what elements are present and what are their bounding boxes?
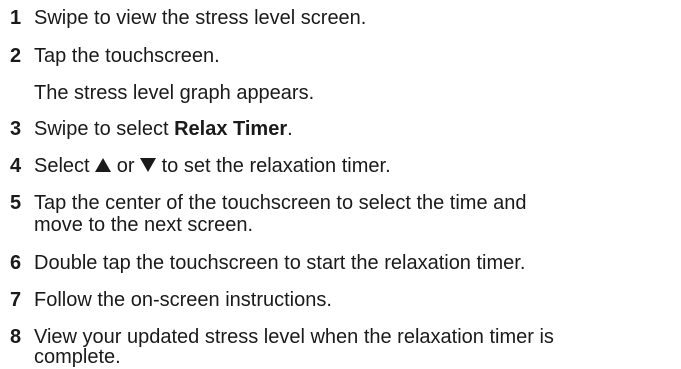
triangle-down-icon bbox=[140, 157, 157, 172]
step-number: 7 bbox=[10, 289, 22, 311]
step-text-middle: or bbox=[111, 155, 141, 177]
step-text-prefix: Swipe to select bbox=[34, 118, 175, 140]
step-text: Swipe to view the stress level screen. bbox=[34, 7, 367, 29]
step-text: Tap the touchscreen. bbox=[34, 45, 220, 67]
step-text: Select or to set the relaxation timer. bbox=[34, 155, 391, 178]
step-text-line-1: Tap the center of the touchscreen to sel… bbox=[34, 192, 527, 214]
step-number: 8 bbox=[10, 326, 22, 348]
step-text-line-2: move to the next screen. bbox=[34, 214, 254, 236]
triangle-up-icon bbox=[95, 157, 112, 172]
step-result-text: The stress level graph appears. bbox=[34, 82, 315, 104]
step-number: 5 bbox=[10, 192, 22, 214]
step-number: 1 bbox=[10, 7, 22, 29]
step-number: 3 bbox=[10, 118, 22, 140]
step-number: 6 bbox=[10, 252, 22, 274]
step-text: Swipe to select Relax Timer. bbox=[34, 118, 293, 141]
step-text-suffix: . bbox=[287, 118, 293, 140]
step-text-prefix: Select bbox=[34, 155, 96, 177]
step-text: Follow the on-screen instructions. bbox=[34, 289, 332, 311]
step-number: 4 bbox=[10, 155, 22, 177]
step-text-suffix: to set the relaxation timer. bbox=[156, 155, 391, 177]
instruction-steps: 1 Swipe to view the stress level screen.… bbox=[0, 0, 681, 368]
step-text: Double tap the touchscreen to start the … bbox=[34, 252, 526, 274]
relax-timer-label: Relax Timer bbox=[174, 118, 288, 140]
step-number: 2 bbox=[10, 45, 22, 67]
